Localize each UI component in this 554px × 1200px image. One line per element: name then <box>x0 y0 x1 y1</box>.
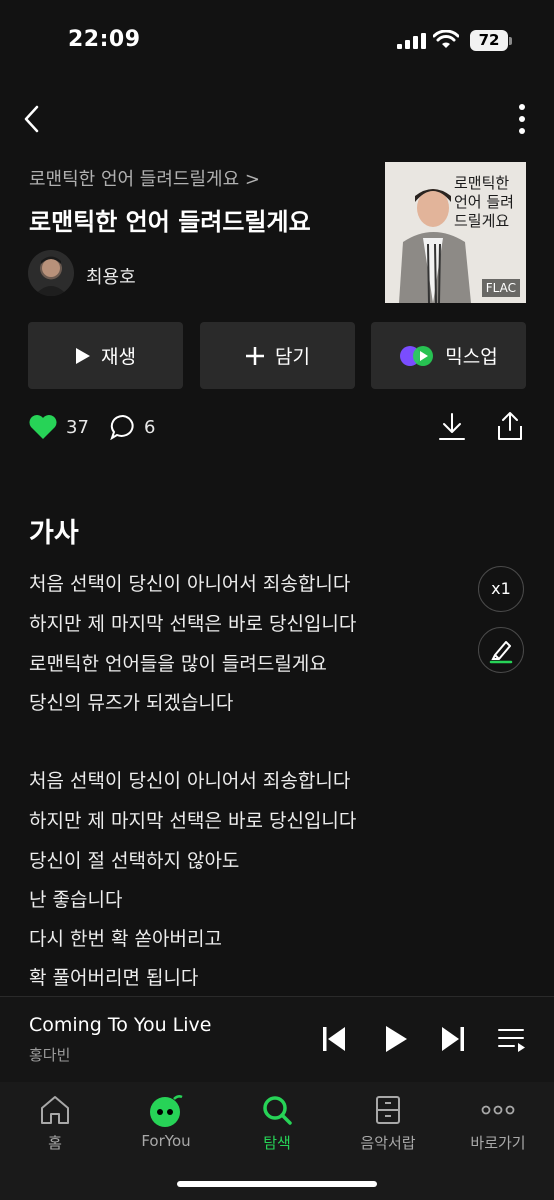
share-icon[interactable] <box>496 410 524 442</box>
battery-indicator: 72 <box>470 30 508 51</box>
album-cover-text: 로맨틱한 언어 들려드릴게요 <box>454 174 514 230</box>
mini-player[interactable] <box>0 996 554 1083</box>
play-button-label: 재생 <box>101 346 136 368</box>
nav-label-home: 홈 <box>48 1134 62 1152</box>
like-count: 37 <box>66 416 89 438</box>
lyric-line: 난 좋습니다 <box>29 889 123 911</box>
home-icon <box>41 1096 69 1124</box>
download-icon[interactable] <box>438 412 466 442</box>
artist-avatar[interactable] <box>28 250 74 296</box>
now-playing-artist: 홍다빈 <box>29 1046 71 1064</box>
add-button-label: 담기 <box>275 346 310 368</box>
lyric-line: 당신이 절 선택하지 않아도 <box>29 850 240 872</box>
lyric-line: 다시 한번 확 쏟아버리고 <box>29 928 222 950</box>
mixup-button-label: 믹스업 <box>445 346 498 368</box>
lyric-line: 하지만 제 마지막 선택은 바로 당신입니다 <box>29 613 357 635</box>
highlighter-icon <box>489 641 513 664</box>
play-button[interactable]: 재생 <box>28 322 183 389</box>
signal-icon <box>397 33 426 49</box>
lyric-line: 당신의 뮤즈가 되겠습니다 <box>29 692 234 714</box>
flac-badge: FLAC <box>481 279 520 297</box>
plus-icon <box>246 346 265 365</box>
artist-name-link[interactable]: 최용호 <box>86 263 136 289</box>
nav-label-foryou: ForYou <box>141 1132 191 1150</box>
lyric-line: 확 풀어버리면 됩니다 <box>29 967 199 989</box>
lyric-line: 처음 선택이 당신이 아니어서 죄송합니다 <box>29 770 351 792</box>
lyric-line: 로맨틱한 언어들을 많이 들려드릴게요 <box>29 653 327 675</box>
nav-item-search[interactable]: 탐색 <box>237 1094 317 1153</box>
lyrics-speed-button[interactable]: x1 <box>478 566 524 612</box>
mixup-button[interactable]: 믹스업 <box>371 322 526 389</box>
nav-item-home[interactable]: 홈 <box>15 1094 95 1153</box>
foryou-icon <box>150 1095 183 1127</box>
back-button[interactable] <box>18 104 48 134</box>
now-playing-title[interactable]: Coming To You Live <box>29 1014 211 1036</box>
lyric-line: 하지만 제 마지막 선택은 바로 당신입니다 <box>29 810 357 832</box>
more-options-button[interactable] <box>508 102 536 136</box>
nav-item-drawer[interactable]: 음악서랍 <box>348 1094 428 1153</box>
wifi-icon <box>433 30 459 48</box>
home-indicator[interactable] <box>177 1181 377 1187</box>
nav-label-search: 탐색 <box>263 1134 291 1152</box>
nav-label-shortcuts: 바로가기 <box>470 1134 526 1152</box>
more-horizontal-icon <box>481 1105 515 1115</box>
playlist-icon[interactable] <box>497 1026 527 1054</box>
drawer-icon <box>376 1096 400 1124</box>
play-icon <box>76 347 91 364</box>
previous-track-icon[interactable] <box>321 1025 347 1053</box>
comments-button[interactable]: 6 <box>110 414 155 440</box>
nav-item-shortcuts[interactable]: 바로가기 <box>458 1094 538 1153</box>
comment-count: 6 <box>144 416 156 438</box>
nav-label-drawer: 음악서랍 <box>360 1134 416 1152</box>
next-track-icon[interactable] <box>440 1025 466 1053</box>
nav-item-foryou[interactable]: ForYou <box>126 1094 206 1150</box>
like-button[interactable]: 37 <box>28 414 89 440</box>
album-breadcrumb-link[interactable]: 로맨틱한 언어 들려드릴게요 > <box>29 165 260 191</box>
heart-icon <box>29 415 57 439</box>
album-cover[interactable]: 로맨틱한 언어 들려드릴게요 FLAC <box>385 162 526 303</box>
search-icon <box>263 1096 292 1125</box>
play-icon[interactable] <box>383 1024 409 1054</box>
battery-tip <box>509 37 512 45</box>
comment-icon <box>110 414 134 440</box>
lyric-line: 처음 선택이 당신이 아니어서 죄송합니다 <box>29 573 351 595</box>
status-time: 22:09 <box>68 27 141 52</box>
lyrics-highlight-button[interactable] <box>478 627 524 673</box>
song-title: 로맨틱한 언어 들려드릴게요 <box>29 208 311 236</box>
lyrics-heading: 가사 <box>29 518 79 549</box>
mixup-icon <box>400 345 434 366</box>
add-to-playlist-button[interactable]: 담기 <box>200 322 355 389</box>
